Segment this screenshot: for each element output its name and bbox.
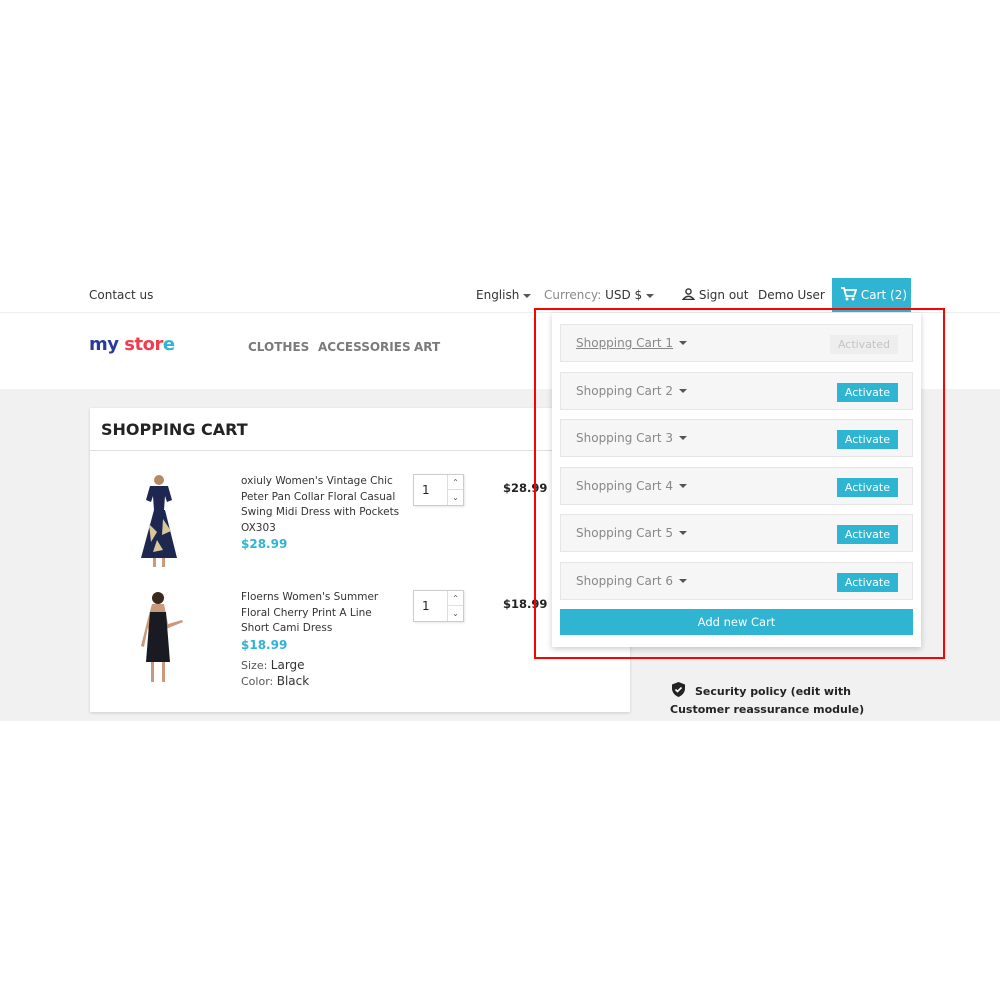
highlight-box [534,308,945,659]
reassurance-block: Security policy (edit with Customer reas… [670,681,870,719]
product-name[interactable]: Floerns Women's Summer Floral Cherry Pri… [241,590,401,637]
page-title: SHOPPING CART [101,420,248,439]
quantity-stepper[interactable]: 1 ⌃ ⌄ [413,474,464,506]
menu-clothes[interactable]: CLOTHES [248,340,309,354]
language-selector[interactable]: English [476,288,532,302]
quantity-value: 1 [422,483,430,497]
product-size: Size: Large [241,658,305,672]
chevron-down-icon[interactable]: ⌄ [448,606,463,621]
contact-us-link[interactable]: Contact us [89,288,153,302]
user-name[interactable]: Demo User [758,288,825,302]
quantity-stepper[interactable]: 1 ⌃ ⌄ [413,590,464,622]
sign-out-link[interactable]: Sign out [681,288,749,302]
cart-button[interactable]: Cart (2) [832,278,911,312]
cart-icon [841,287,858,301]
chevron-down-icon[interactable]: ⌄ [448,490,463,505]
reassurance-text: Security policy (edit with Customer reas… [670,685,865,716]
caret-down-icon [646,293,655,298]
color-value: Black [276,674,310,688]
product-image[interactable] [132,590,188,684]
menu-accessories[interactable]: ACCESSORIES [318,340,411,354]
language-value: English [476,288,520,302]
shield-check-icon [672,682,685,697]
currency-label: Currency: [544,288,602,302]
sign-out-label: Sign out [698,288,749,302]
size-label: Size: [241,659,268,672]
currency-selector[interactable]: Currency: USD $ [544,288,655,302]
product-price: $18.99 [241,638,288,652]
cart-label: Cart (2) [860,288,908,302]
currency-value: USD $ [605,288,643,302]
chevron-up-icon[interactable]: ⌃ [448,475,463,490]
product-image[interactable] [135,474,183,567]
menu-art[interactable]: ART [414,340,440,354]
user-icon [681,288,696,301]
logo[interactable]: my store [89,334,175,355]
product-name[interactable]: oxiuly Women's Vintage Chic Peter Pan Co… [241,474,401,536]
size-value: Large [270,658,305,672]
product-color: Color: Black [241,674,309,688]
caret-down-icon [523,293,532,298]
product-price: $28.99 [241,537,288,551]
color-label: Color: [241,675,274,688]
chevron-up-icon[interactable]: ⌃ [448,591,463,606]
quantity-value: 1 [422,599,430,613]
